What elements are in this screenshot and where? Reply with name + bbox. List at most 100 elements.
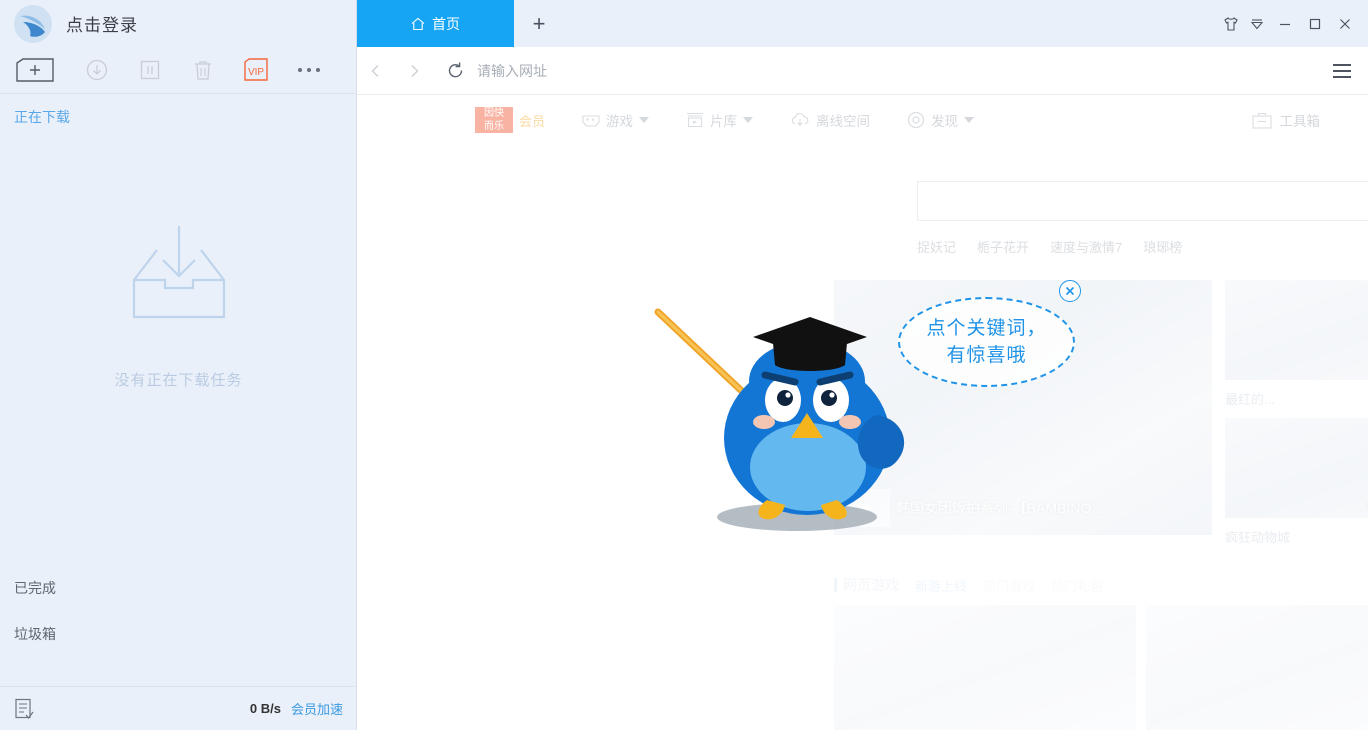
- minimize-icon: [1277, 16, 1293, 32]
- maximize-button[interactable]: [1300, 0, 1330, 47]
- xunlei-app-window: 点击登录: [0, 0, 1368, 730]
- svg-text:VIP: VIP: [247, 67, 263, 78]
- video-thumbnail: [1225, 280, 1368, 380]
- sidebar-item-completed[interactable]: 已完成: [0, 565, 357, 611]
- chevron-down-icon: [639, 117, 649, 123]
- nav-item-discover[interactable]: 发现: [907, 110, 974, 130]
- play-button[interactable]: [842, 489, 890, 527]
- video-card[interactable]: 最红的...: [1225, 280, 1368, 408]
- play-icon: [856, 498, 876, 518]
- tshirt-icon: [1223, 16, 1239, 32]
- more-options-button[interactable]: [282, 47, 335, 93]
- nav-label: 离线空间: [816, 110, 870, 130]
- start-download-button[interactable]: [70, 47, 123, 93]
- video-title: 最红的...: [1225, 389, 1368, 408]
- hotword-link[interactable]: 捉妖记: [917, 237, 956, 256]
- web-games-section: 网页游戏 新游上线 热门游戏 热门礼包: [834, 573, 1368, 730]
- url-input[interactable]: [477, 56, 1322, 86]
- close-button[interactable]: [1330, 0, 1360, 47]
- nav-item-toolbox[interactable]: 工具箱: [1252, 95, 1321, 145]
- hotword-link[interactable]: 栀子花开: [977, 237, 1029, 256]
- back-button[interactable]: [357, 47, 395, 94]
- forward-button[interactable]: [395, 47, 433, 94]
- games-tab-gifts[interactable]: 热门礼包: [1051, 576, 1103, 595]
- nav-item-offline-space[interactable]: 离线空间: [790, 110, 870, 130]
- chevron-left-icon: [368, 63, 384, 79]
- game-banner[interactable]: [1146, 605, 1368, 730]
- window-controls: [1218, 0, 1368, 47]
- homepage-content: 因快 而乐 会员 游戏: [357, 95, 1368, 730]
- reload-button[interactable]: [433, 47, 477, 94]
- empty-download-state: 没有正在下载任务: [0, 220, 357, 390]
- vip-accelerate-button[interactable]: VIP: [229, 47, 282, 93]
- games-tab-new[interactable]: 新游上线: [915, 576, 967, 595]
- video-card[interactable]: 02:19 疯狂动物城: [1225, 418, 1368, 546]
- cloud-download-icon: [790, 112, 810, 128]
- download-speed: 0 B/s: [250, 701, 281, 716]
- sidebar-item-trash[interactable]: 垃圾箱: [0, 611, 357, 657]
- games-tab-popular[interactable]: 热门游戏: [983, 576, 1035, 595]
- task-list-icon[interactable]: [14, 698, 34, 720]
- vip-member-label: 会员: [519, 111, 545, 130]
- maximize-icon: [1307, 16, 1323, 32]
- game-banner-strip: [834, 605, 1368, 730]
- vip-badge-icon: VIP: [243, 58, 269, 82]
- video-grid: 韩国女团饭拍系列-【BAMBINO... 03:16 最红的... 01:05 …: [834, 280, 1368, 550]
- navigation-bar: [357, 47, 1368, 95]
- reload-icon: [446, 61, 465, 80]
- login-label[interactable]: 点击登录: [66, 11, 138, 36]
- pause-download-button[interactable]: [123, 47, 176, 93]
- chevron-right-icon: [406, 63, 422, 79]
- video-title: 疯狂动物城: [1225, 527, 1368, 546]
- download-manager-panel: 点击登录: [0, 0, 357, 730]
- nav-label: 游戏: [606, 110, 633, 130]
- close-circle-icon: [1064, 285, 1076, 297]
- tab-home[interactable]: 首页: [357, 0, 514, 47]
- new-task-button[interactable]: [0, 47, 70, 93]
- browser-menu-button[interactable]: [1322, 47, 1362, 94]
- new-task-plus-icon: [15, 58, 55, 82]
- nav-item-film-library[interactable]: 片库: [686, 110, 753, 130]
- chevron-down-icon: [743, 117, 753, 123]
- skin-button[interactable]: [1218, 0, 1244, 47]
- download-toolbar: VIP: [0, 47, 357, 94]
- hotword-link[interactable]: 速度与激情7: [1050, 237, 1122, 256]
- featured-video-card[interactable]: 韩国女团饭拍系列-【BAMBINO... 03:16: [834, 280, 1212, 535]
- hot-search-words: 捉妖记 栀子花开 速度与激情7 琅琊榜: [917, 237, 1368, 256]
- film-library-icon: [686, 112, 704, 128]
- hotword-link[interactable]: 琅琊榜: [1143, 237, 1182, 256]
- delete-task-button[interactable]: [176, 47, 229, 93]
- game-banner[interactable]: [834, 605, 1136, 730]
- avatar[interactable]: [14, 5, 52, 43]
- hamburger-menu-icon: [1333, 64, 1351, 66]
- minimize-button[interactable]: [1270, 0, 1300, 47]
- vip-brand[interactable]: 因快 而乐 会员: [475, 107, 545, 133]
- empty-state-label: 没有正在下载任务: [0, 369, 357, 390]
- featured-video-title: 韩国女团饭拍系列-【BAMBINO...: [896, 498, 1103, 518]
- vip-accelerate-link[interactable]: 会员加速: [291, 699, 343, 718]
- compass-icon: [907, 111, 925, 129]
- sidebar-item-downloading[interactable]: 正在下载: [0, 94, 357, 140]
- nav-item-games[interactable]: 游戏: [582, 110, 649, 130]
- category-label: 垃圾箱: [14, 624, 56, 644]
- pause-icon: [140, 60, 160, 80]
- search-input[interactable]: [917, 181, 1368, 221]
- home-icon: [411, 17, 425, 31]
- featured-video-duration: 03:16: [1139, 502, 1172, 517]
- download-arrow-icon: [86, 59, 108, 81]
- vip-logo-icon: 因快 而乐: [475, 107, 513, 133]
- overlay-close-button[interactable]: [1059, 280, 1081, 302]
- account-bar[interactable]: 点击登录: [0, 0, 357, 47]
- nav-label: 片库: [710, 110, 737, 130]
- toolbox-label: 工具箱: [1280, 110, 1321, 130]
- category-label: 正在下载: [14, 107, 70, 127]
- trash-icon: [193, 59, 213, 81]
- toolbox-icon: [1252, 112, 1272, 129]
- close-icon: [1337, 16, 1353, 32]
- status-bar: 0 B/s 会员加速: [0, 686, 357, 730]
- new-tab-button[interactable]: +: [514, 0, 564, 47]
- search-section: 搜资源 捉妖记 栀子花开 速度与激情7 琅琊榜: [917, 181, 1368, 256]
- category-label: 已完成: [14, 578, 56, 598]
- nav-label: 发现: [931, 110, 958, 130]
- menu-dropdown-button[interactable]: [1244, 0, 1270, 47]
